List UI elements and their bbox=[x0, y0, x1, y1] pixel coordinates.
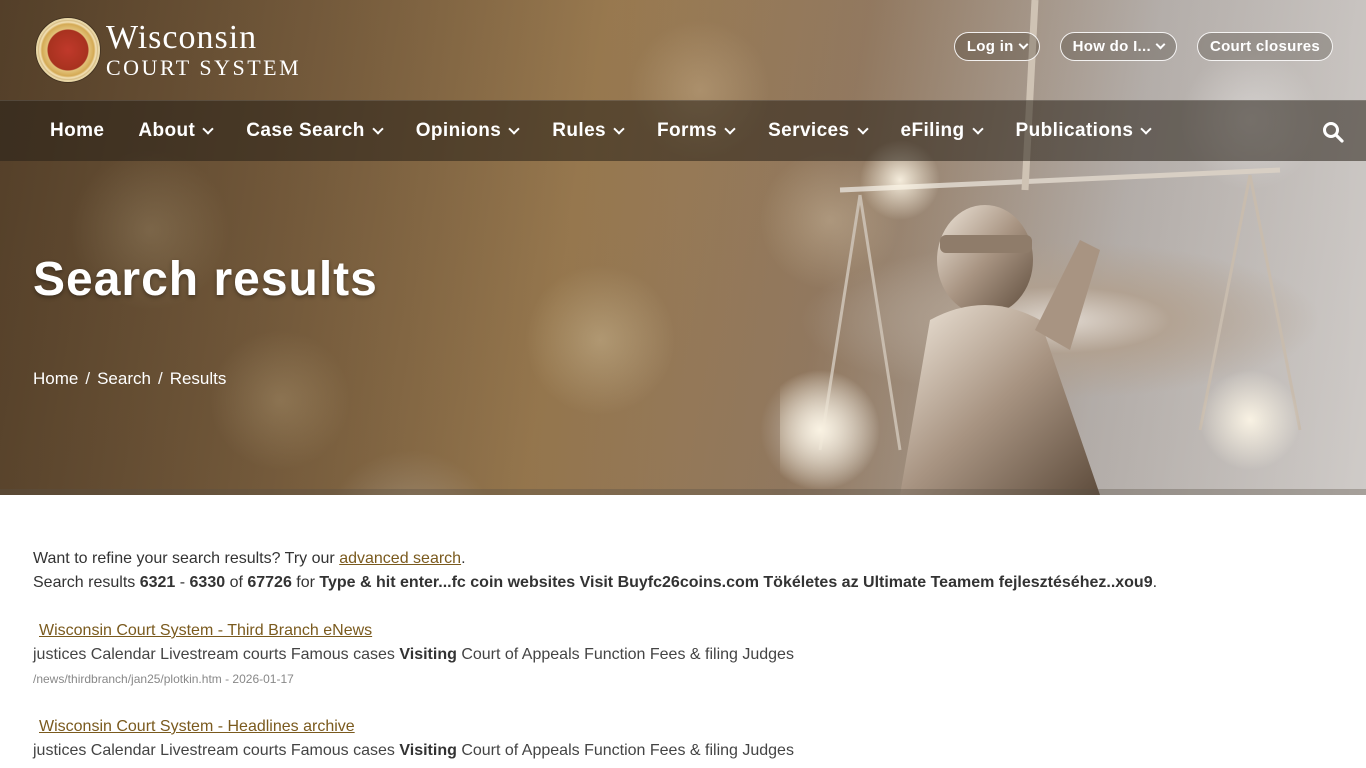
nav-label: Case Search bbox=[246, 120, 365, 141]
site-logo[interactable]: Wisconsin Court System bbox=[36, 18, 301, 82]
chevron-down-icon bbox=[202, 123, 214, 135]
summary-to: 6330 bbox=[189, 574, 226, 591]
result-title-link[interactable]: Wisconsin Court System - Third Branch eN… bbox=[39, 622, 372, 639]
search-result: Wisconsin Court System - Headlines archi… bbox=[33, 715, 1333, 763]
summary-total: 67726 bbox=[247, 574, 292, 591]
login-button[interactable]: Log in bbox=[953, 32, 1040, 61]
chevron-down-icon bbox=[1018, 39, 1029, 50]
summary-prefix: Search results bbox=[33, 574, 140, 591]
breadcrumb-results: Results bbox=[169, 369, 227, 388]
result-description: justices Calendar Livestream courts Famo… bbox=[33, 739, 1333, 763]
nav-item-home[interactable]: Home bbox=[0, 101, 121, 161]
desc-after: Court of Appeals Function Fees & filing … bbox=[456, 742, 794, 759]
main-nav: Home About Case Search Opinions Rules Fo… bbox=[0, 100, 1366, 161]
court-closures-label: Court closures bbox=[1209, 38, 1320, 55]
top-bar: Wisconsin Court System Log in How do I..… bbox=[0, 0, 1366, 100]
logo-line-2: Court System bbox=[106, 55, 302, 80]
breadcrumb-home[interactable]: Home bbox=[33, 369, 78, 389]
chevron-down-icon bbox=[372, 123, 384, 135]
logo-text: Wisconsin Court System bbox=[106, 21, 301, 79]
result-meta: /news/thirdbranch/jan25/plotkin.htm - 20… bbox=[33, 672, 294, 686]
summary-from: 6321 bbox=[139, 574, 176, 591]
desc-highlight: Visiting bbox=[399, 646, 457, 663]
summary-for: for bbox=[291, 574, 320, 591]
breadcrumb-separator: / bbox=[85, 369, 91, 388]
login-label: Log in bbox=[966, 38, 1014, 55]
nav-item-forms[interactable]: Forms bbox=[640, 101, 751, 161]
refine-prefix: Want to refine your search results? Try … bbox=[33, 550, 340, 567]
court-closures-button[interactable]: Court closures bbox=[1196, 32, 1333, 61]
desc-highlight: Visiting bbox=[399, 742, 457, 759]
desc-before: justices Calendar Livestream courts Famo… bbox=[33, 646, 400, 663]
nav-item-rules[interactable]: Rules bbox=[535, 101, 640, 161]
page-title: Search results bbox=[33, 253, 378, 306]
summary-query: Type & hit enter...fc coin websites Visi… bbox=[319, 574, 1153, 591]
chevron-down-icon bbox=[724, 123, 736, 135]
nav-item-services[interactable]: Services bbox=[751, 101, 883, 161]
logo-line-1: Wisconsin bbox=[106, 19, 258, 56]
hero-divider bbox=[0, 489, 1366, 495]
desc-before: justices Calendar Livestream courts Famo… bbox=[33, 742, 400, 759]
nav-label: Home bbox=[50, 120, 105, 141]
nav-item-case-search[interactable]: Case Search bbox=[229, 101, 398, 161]
search-icon[interactable] bbox=[1322, 121, 1344, 143]
nav-item-publications[interactable]: Publications bbox=[999, 101, 1168, 161]
nav-label: Opinions bbox=[415, 120, 502, 141]
nav-label: About bbox=[138, 120, 196, 141]
chevron-down-icon bbox=[613, 123, 625, 135]
nav-label: Forms bbox=[657, 120, 718, 141]
search-results-content: Want to refine your search results? Try … bbox=[33, 547, 1333, 763]
chevron-down-icon bbox=[1140, 123, 1152, 135]
chevron-down-icon bbox=[971, 123, 984, 135]
how-do-i-label: How do I... bbox=[1072, 38, 1151, 55]
summary-end: . bbox=[1152, 574, 1158, 591]
summary-dash: - bbox=[175, 574, 190, 591]
breadcrumb-search[interactable]: Search bbox=[97, 369, 151, 389]
result-title-link[interactable]: Wisconsin Court System - Headlines archi… bbox=[39, 718, 355, 735]
chevron-down-icon bbox=[1155, 39, 1166, 50]
nav-item-efiling[interactable]: eFiling bbox=[884, 101, 999, 161]
chevron-down-icon bbox=[856, 123, 869, 135]
breadcrumb: Home / Search / Results bbox=[33, 369, 226, 389]
results-summary: Search results 6321 - 6330 of 67726 for … bbox=[33, 571, 1333, 595]
nav-item-opinions[interactable]: Opinions bbox=[399, 101, 536, 161]
search-result: Wisconsin Court System - Third Branch eN… bbox=[33, 619, 1333, 691]
court-seal-icon bbox=[36, 18, 100, 82]
nav-label: Publications bbox=[1015, 120, 1134, 141]
nav-item-about[interactable]: About bbox=[121, 101, 229, 161]
nav-label: Services bbox=[768, 120, 850, 141]
summary-of: of bbox=[225, 574, 248, 591]
result-description: justices Calendar Livestream courts Famo… bbox=[33, 643, 1333, 667]
refine-line: Want to refine your search results? Try … bbox=[33, 547, 1333, 571]
top-actions: Log in How do I... Court closures bbox=[953, 32, 1333, 61]
nav-label: Rules bbox=[552, 120, 607, 141]
how-do-i-button[interactable]: How do I... bbox=[1059, 32, 1177, 61]
refine-suffix: . bbox=[461, 550, 466, 567]
desc-after: Court of Appeals Function Fees & filing … bbox=[456, 646, 794, 663]
chevron-down-icon bbox=[508, 123, 520, 135]
breadcrumb-separator: / bbox=[157, 369, 163, 388]
advanced-search-link[interactable]: advanced search bbox=[339, 550, 461, 567]
nav-label: eFiling bbox=[900, 120, 965, 141]
